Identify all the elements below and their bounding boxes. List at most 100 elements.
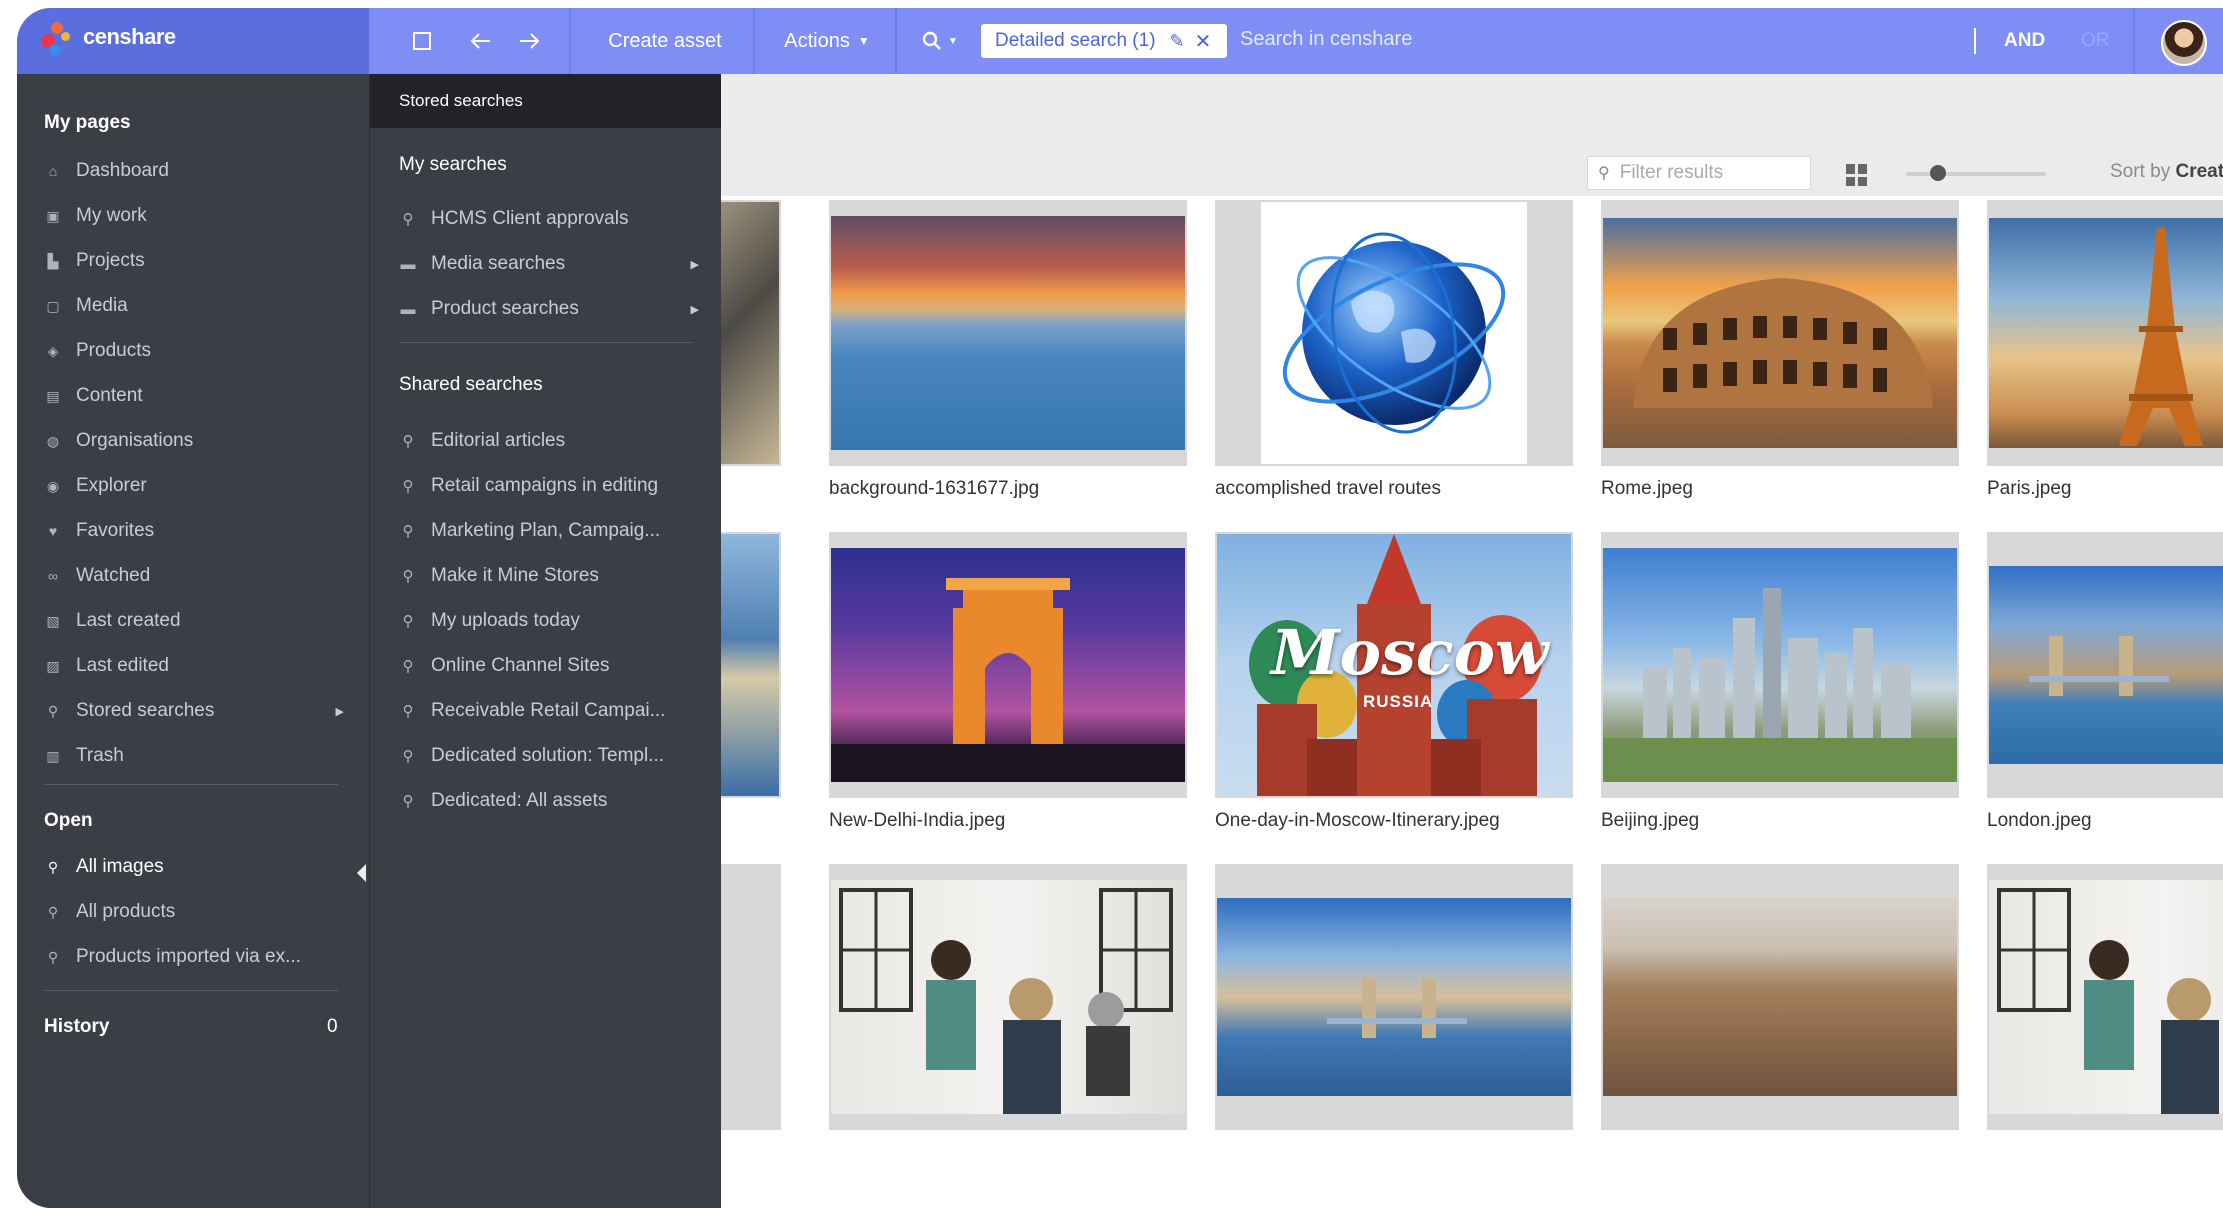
brand-area[interactable]: censhare [17,8,369,74]
globe-illustration-icon [1282,232,1506,434]
history-heading[interactable]: History [44,1016,109,1038]
tower-bridge-illustration-icon [1327,978,1467,1038]
shared-search-item[interactable]: ⚲ My uploads today [399,606,709,636]
edit-pencil-icon[interactable]: ✎ [1170,31,1185,52]
nav-item-all-images[interactable]: ⚲ All images [44,852,354,882]
asset-caption[interactable]: background-1631677.jpg [829,478,1039,500]
folder-icon: ▬ [400,255,416,273]
caret-right-icon: ▶ [690,303,699,316]
actions-menu-button[interactable]: Actions ▼ [757,8,897,74]
shared-search-item[interactable]: ⚲ Receivable Retail Campai... [399,696,709,726]
caret-right-icon: ▶ [690,258,699,271]
arrow-left-icon [470,33,490,49]
nav-item-explorer[interactable]: ◉ Explorer [44,471,354,501]
asset-tile-partial[interactable] [721,532,781,798]
asset-caption[interactable]: New-Delhi-India.jpeg [829,810,1005,832]
grid-view-icon[interactable] [1846,164,1868,186]
asset-tile-travel-routes[interactable] [1215,200,1573,466]
nav-item-all-products[interactable]: ⚲ All products [44,897,354,927]
shared-search-item[interactable]: ⚲ Marketing Plan, Campaig... [399,516,709,546]
nav-item-content[interactable]: ▤ Content [44,381,354,411]
search-icon: ⚲ [402,211,414,228]
nav-item-label: Organisations [76,430,194,451]
shared-search-item[interactable]: ⚲ Retail campaigns in editing [399,471,709,501]
shared-search-item[interactable]: ⚲ Dedicated solution: Templ... [399,741,709,771]
shared-search-item[interactable]: ⚲ Editorial articles [399,426,709,456]
thumbnail-size-slider[interactable] [1906,172,2046,176]
my-pages-heading: My pages [44,112,131,133]
asset-tile-paris[interactable] [1987,200,2223,466]
search-item-label: Media searches [431,253,566,274]
asset-caption[interactable]: accomplished travel routes [1215,478,1441,500]
nav-item-my-work[interactable]: ▣ My work [44,201,354,231]
nav-item-watched[interactable]: ∞ Watched [44,561,354,591]
sort-dropdown[interactable]: Sort by Created [2110,161,2223,183]
search-input[interactable]: Search in censhare [1240,28,1412,51]
trash-icon: ▥ [46,747,60,764]
search-item-product-searches[interactable]: ▬ Product searches ▶ [399,294,709,324]
forward-button[interactable] [509,8,549,74]
asset-tile-london-aerial[interactable] [1215,864,1573,1130]
shared-search-item[interactable]: ⚲ Dedicated: All assets [399,786,709,816]
actions-label: Actions [784,29,850,52]
nav-item-organisations[interactable]: ◍ Organisations [44,426,354,456]
asset-caption[interactable]: Rome.jpeg [1601,478,1693,500]
create-asset-button[interactable]: Create asset [577,8,753,74]
search-item-label: Online Channel Sites [431,655,610,676]
slider-handle[interactable] [1930,165,1946,181]
asset-tile-meeting[interactable] [829,864,1187,1130]
panel-toggle-icon [413,32,431,50]
asset-tile-rome[interactable] [1601,200,1959,466]
search-icon: ⚲ [47,858,59,875]
globe-icon: ◍ [46,432,60,449]
asset-caption[interactable]: Beijing.jpeg [1601,810,1699,832]
nav-item-last-edited[interactable]: ▨ Last edited [44,651,354,681]
and-toggle[interactable]: AND [2004,30,2045,52]
asset-tile-partial[interactable] [721,864,781,1130]
asset-caption[interactable]: London.jpeg [1987,810,2092,832]
nav-item-trash[interactable]: ▥ Trash [44,741,354,771]
nav-item-favorites[interactable]: ♥ Favorites [44,516,354,546]
shared-search-item[interactable]: ⚲ Online Channel Sites [399,651,709,681]
shared-search-item[interactable]: ⚲ Make it Mine Stores [399,561,709,591]
nav-item-products-imported[interactable]: ⚲ Products imported via ex... [44,942,354,972]
asset-tile-meeting-2[interactable] [1987,864,2223,1130]
asset-tile-mars[interactable] [1601,864,1959,1130]
search-item-label: Dedicated solution: Templ... [431,745,665,766]
nav-divider [44,990,338,991]
nav-item-media[interactable]: ▢ Media [44,291,354,321]
nav-item-last-created[interactable]: ▧ Last created [44,606,354,636]
asset-tile-background[interactable] [829,200,1187,466]
search-item-label: Product searches [431,298,579,319]
asset-tile-london[interactable] [1987,532,2223,798]
close-icon[interactable]: ✕ [1195,29,1212,54]
nav-item-label: Projects [76,250,145,271]
nav-item-stored-searches[interactable]: ⚲ Stored searches ▶ [44,696,354,726]
nav-item-label: Products imported via ex... [76,946,301,967]
nav-item-dashboard[interactable]: ⌂ Dashboard [44,156,354,186]
search-item-media-searches[interactable]: ▬ Media searches ▶ [399,249,709,279]
nav-item-label: Last created [76,610,181,631]
asset-tile-partial[interactable] [721,200,781,466]
user-avatar[interactable] [2161,20,2207,66]
asset-caption[interactable]: One-day-in-Moscow-Itinerary.jpeg [1215,810,1500,832]
asset-tile-beijing[interactable] [1601,532,1959,798]
detailed-search-chip[interactable]: Detailed search (1) ✎ ✕ [981,24,1227,58]
nav-item-products[interactable]: ◈ Products [44,336,354,366]
nav-divider [44,784,338,785]
history-count: 0 [327,1016,338,1037]
toolbar-divider [2133,8,2135,74]
sidebar-toggle-button[interactable] [397,8,447,74]
or-toggle[interactable]: OR [2081,30,2110,52]
back-button[interactable] [461,8,501,74]
search-icon [922,31,941,50]
asset-tile-new-delhi[interactable] [829,532,1187,798]
search-mode-button[interactable]: ▼ [915,8,965,74]
asset-tile-moscow[interactable]: Moscow RUSSIA [1215,532,1573,798]
nav-item-projects[interactable]: ▙ Projects [44,246,354,276]
binoculars-icon: ∞ [48,568,58,584]
search-item-hcms-client-approvals[interactable]: ⚲ HCMS Client approvals [399,204,709,234]
asset-caption[interactable]: Paris.jpeg [1987,478,2072,500]
search-item-label: Dedicated: All assets [431,790,608,811]
filter-results-input[interactable]: ⚲ Filter results [1587,156,1811,190]
